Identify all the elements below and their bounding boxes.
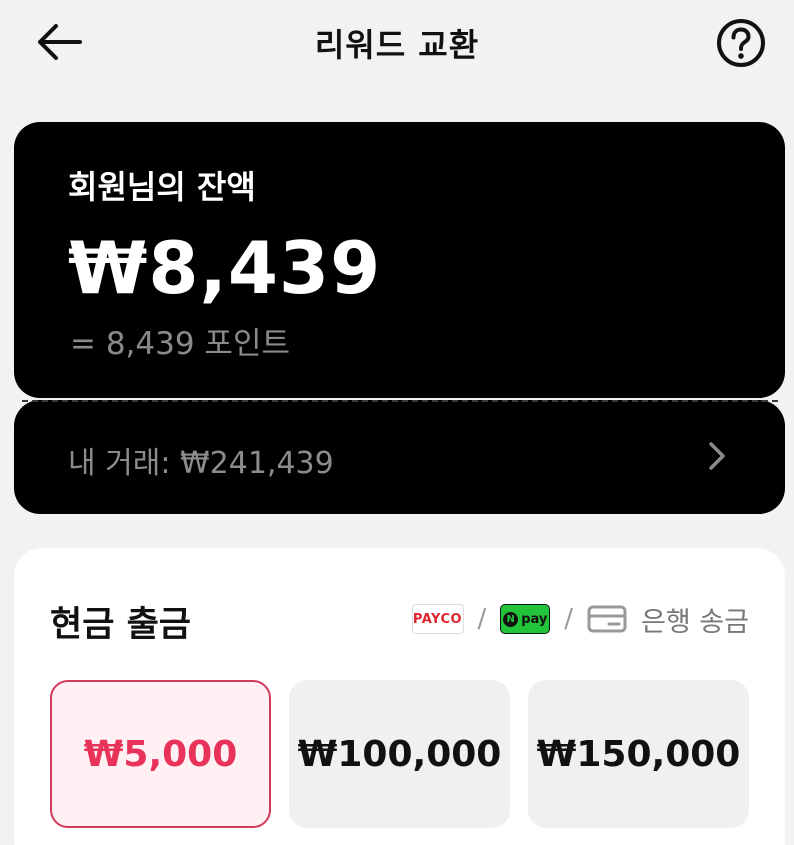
npay-text: pay — [521, 611, 548, 627]
page-title: 리워드 교환 — [314, 26, 480, 64]
balance-points: = 8,439 포인트 — [70, 326, 290, 362]
cash-withdrawal-panel: 현금 출금 PAYCO / N pay / 은행 송금 ₩5,000 ₩100,… — [14, 548, 785, 845]
cash-withdrawal-title: 현금 출금 — [50, 605, 191, 645]
help-button[interactable] — [716, 18, 766, 68]
chevron-right-icon — [709, 442, 725, 470]
card-icon — [587, 605, 627, 633]
question-circle-icon — [717, 19, 765, 67]
payout-methods: PAYCO / N pay / 은행 송금 — [411, 600, 749, 638]
payco-logo: PAYCO — [411, 604, 464, 634]
card-divider — [22, 400, 778, 402]
amount-option-150000[interactable]: ₩150,000 — [528, 680, 749, 828]
separator: / — [477, 604, 487, 634]
bank-transfer-label: 은행 송금 — [641, 606, 749, 638]
npay-logo: N pay — [500, 604, 551, 634]
transactions-text: 내 거래: ₩241,439 — [68, 446, 334, 481]
balance-label: 회원님의 잔액 — [68, 168, 256, 206]
amount-options: ₩5,000 ₩100,000 ₩150,000 — [50, 680, 749, 828]
amount-option-5000[interactable]: ₩5,000 — [50, 680, 271, 828]
balance-amount: ₩8,439 — [68, 226, 382, 310]
separator: / — [564, 604, 574, 634]
balance-card: 회원님의 잔액 ₩8,439 = 8,439 포인트 — [14, 122, 785, 398]
reward-exchange-page: 리워드 교환 회원님의 잔액 ₩8,439 = 8,439 포인트 내 거래: … — [0, 0, 794, 845]
transactions-row[interactable]: 내 거래: ₩241,439 — [14, 400, 785, 514]
amount-option-100000[interactable]: ₩100,000 — [289, 680, 510, 828]
npay-n-mark: N — [503, 611, 519, 627]
header: 리워드 교환 — [0, 0, 794, 90]
